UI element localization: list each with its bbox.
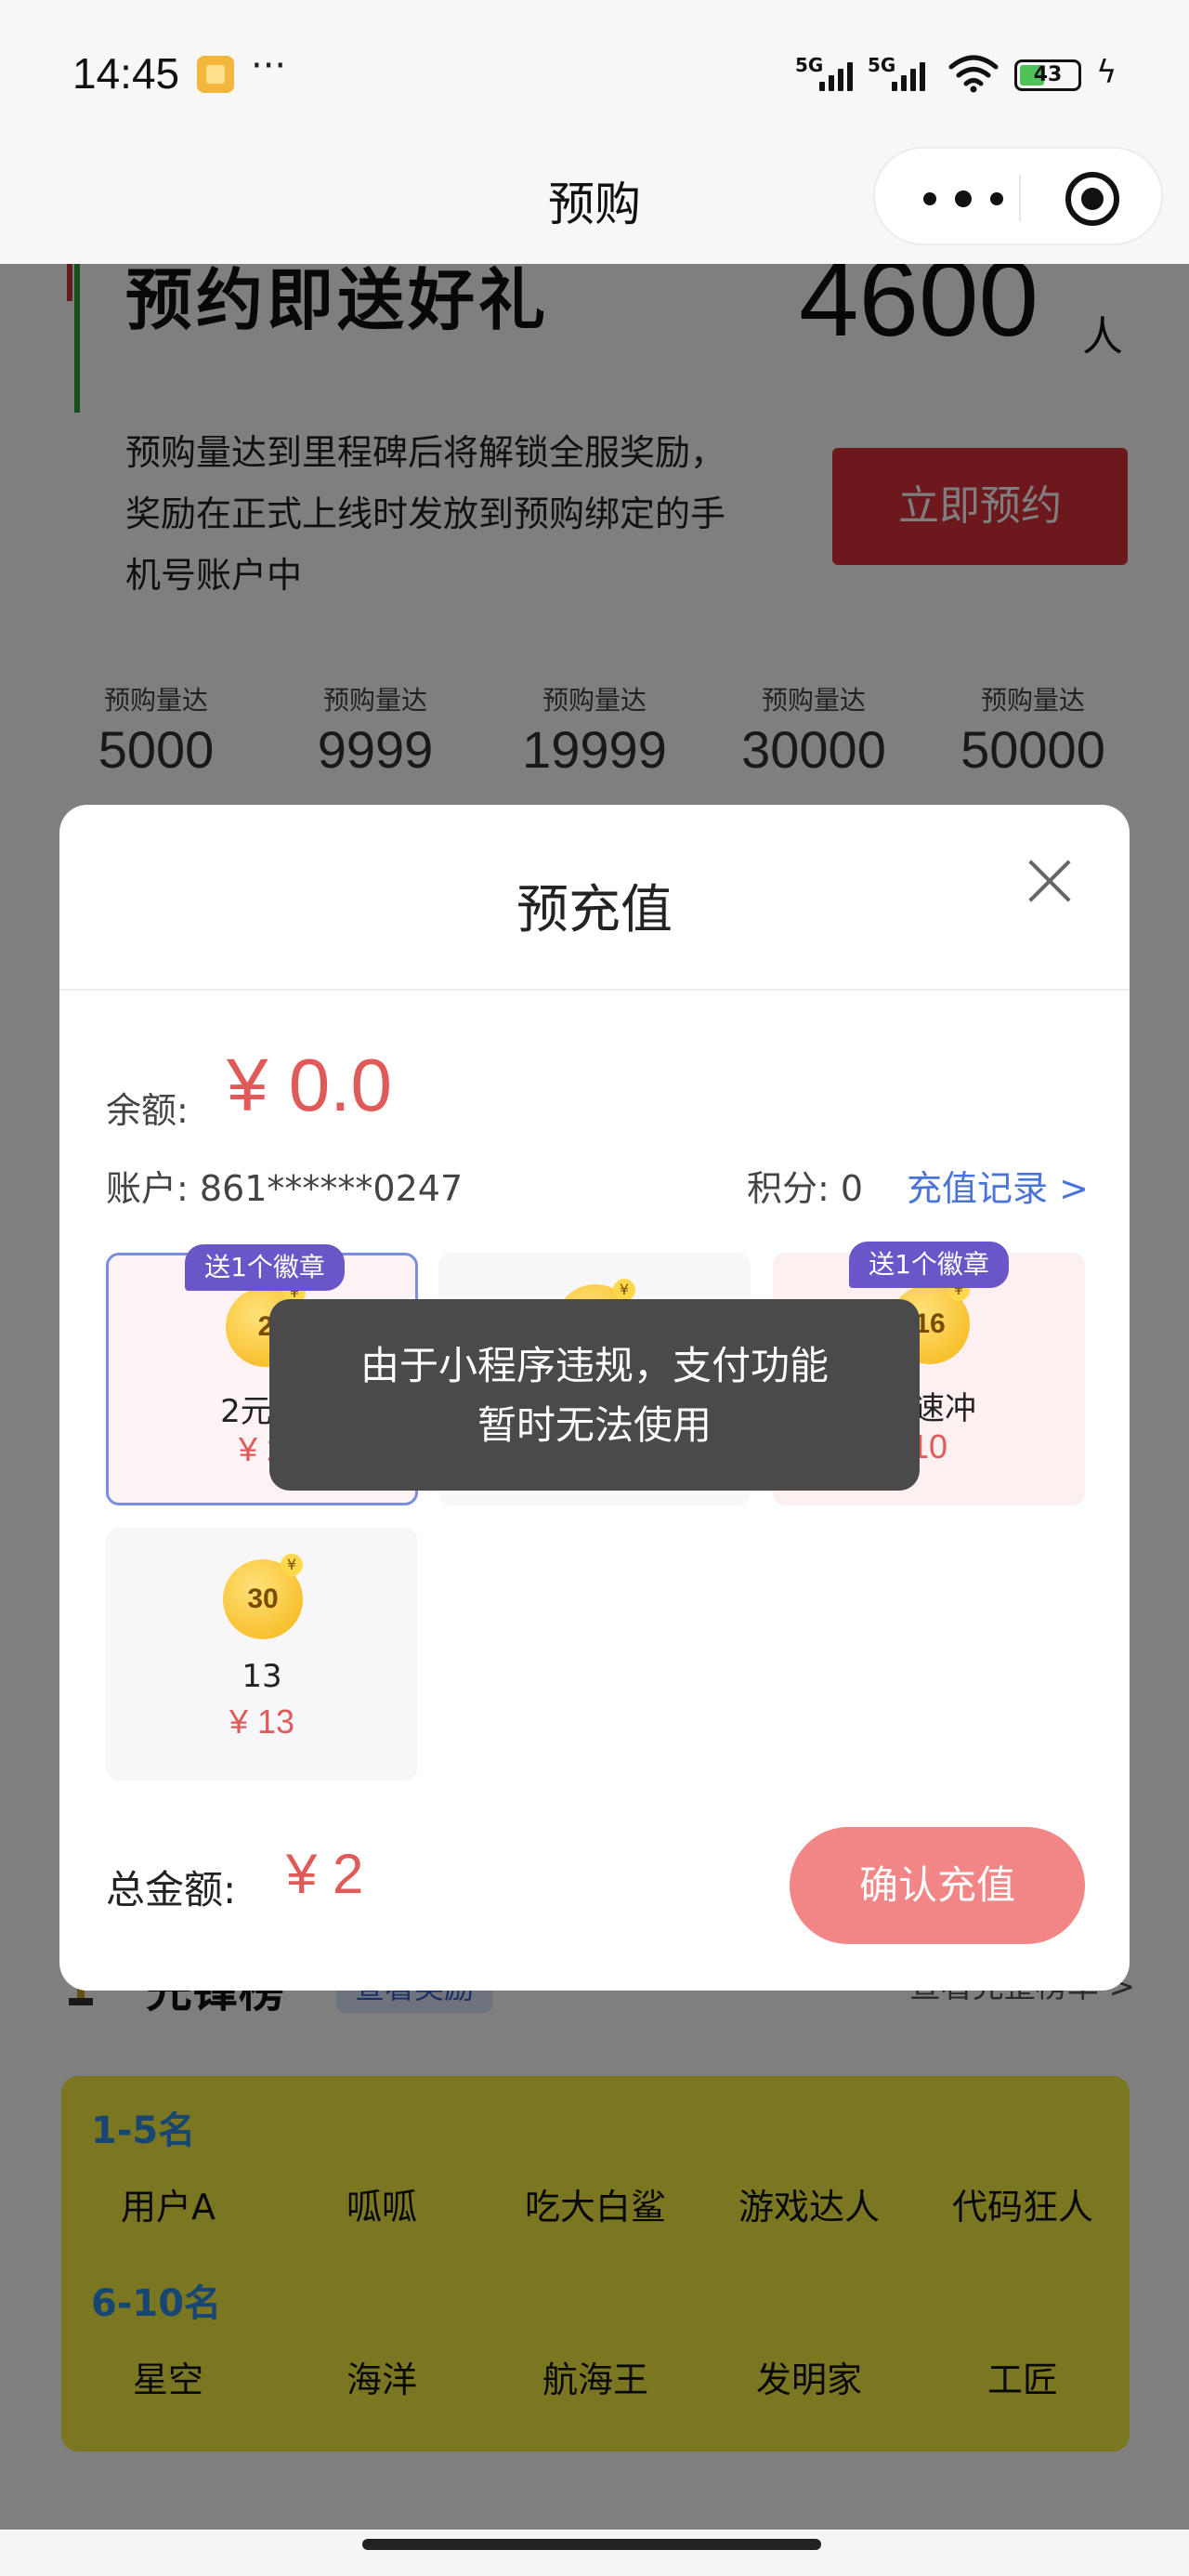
app-notification-icon [197,56,234,93]
signal-icon-1 [816,58,856,91]
payment-unavailable-toast: 由于小程序违规，支付功能 暂时无法使用 [269,1299,920,1491]
close-mini-program-icon[interactable] [1065,172,1119,226]
toast-line-2: 暂时无法使用 [477,1402,712,1448]
status-time: 14:45 [72,49,180,98]
battery-icon: 43 [1014,59,1081,91]
status-more-icon: ··· [251,45,287,87]
recharge-package[interactable]: 30 ¥ 13 ¥ 13 [106,1528,418,1781]
signal-icon-2 [888,58,929,91]
bottom-safe-area [0,2530,1189,2576]
capsule-divider [1019,175,1021,221]
balance-value: ¥ 0.0 [227,1044,392,1126]
nav-bar: 预购 [0,139,1189,264]
badge-gift-tag: 送1个徽章 [849,1242,1009,1288]
modal-divider [59,989,1130,991]
badge-gift-tag: 送1个徽章 [185,1244,345,1291]
package-name: 13 [242,1658,282,1695]
balance-label: 余额: [106,1090,189,1131]
package-price: ¥ 13 [229,1702,295,1741]
yuan-mark-icon: ¥ [613,1279,635,1301]
more-options-icon[interactable] [912,149,1014,247]
battery-level: 43 [1033,63,1063,86]
total-amount-label: 总金额: [106,1867,237,1912]
toast-line-1: 由于小程序违规，支付功能 [359,1343,829,1388]
home-indicator[interactable] [362,2539,821,2550]
close-icon[interactable] [1026,857,1074,905]
account-number: 账户: 861******0247 [106,1168,464,1209]
total-amount-value: ¥ 2 [286,1843,364,1905]
recharge-record-link[interactable]: 充值记录 > [907,1160,1089,1211]
wifi-icon [948,55,999,93]
yuan-mark-icon: ¥ [281,1554,303,1576]
status-bar: 14:45 ··· 5G 5G 43 ϟ [0,0,1189,139]
points-value: 积分: 0 [747,1168,864,1209]
mini-program-capsule [873,147,1163,245]
confirm-recharge-button[interactable]: 确认充值 [790,1827,1085,1944]
charging-icon: ϟ [1096,54,1117,91]
modal-title: 预充值 [516,880,673,940]
